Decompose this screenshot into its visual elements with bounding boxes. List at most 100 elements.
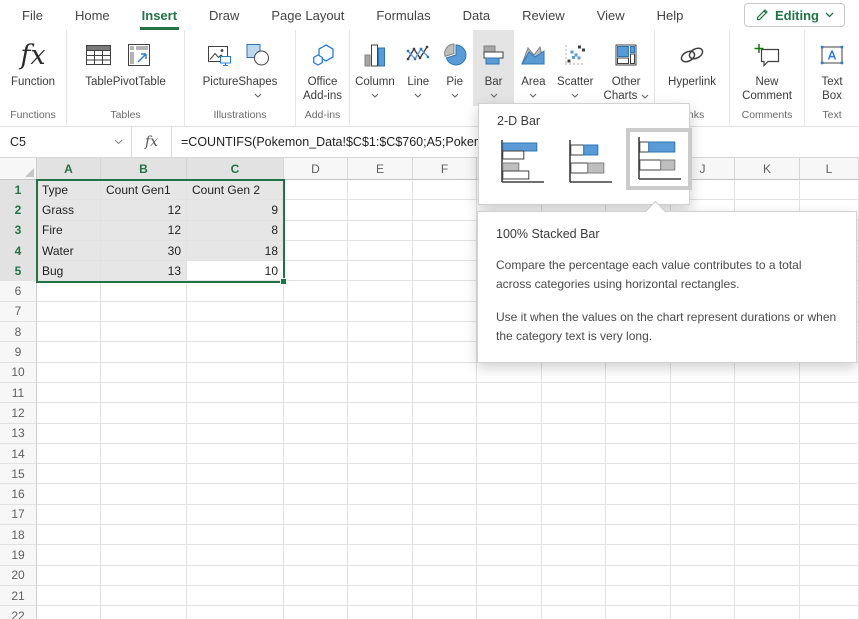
- row-header-2[interactable]: 2: [0, 200, 37, 220]
- cell-E1[interactable]: [348, 180, 413, 200]
- cell-A10[interactable]: [37, 363, 101, 383]
- cell-E2[interactable]: [348, 200, 413, 220]
- cell-F9[interactable]: [413, 342, 477, 362]
- cell-C11[interactable]: [187, 383, 284, 403]
- column-header-A[interactable]: A: [37, 158, 101, 180]
- cell-H11[interactable]: [542, 383, 606, 403]
- cell-H12[interactable]: [542, 403, 606, 423]
- row-header-5[interactable]: 5: [0, 261, 37, 281]
- picture-button[interactable]: Picture: [203, 30, 239, 106]
- cell-K14[interactable]: [735, 444, 800, 464]
- cell-D7[interactable]: [284, 302, 348, 322]
- cell-C1[interactable]: Count Gen 2: [187, 180, 284, 200]
- cell-A19[interactable]: [37, 545, 101, 565]
- cell-B18[interactable]: [101, 525, 187, 545]
- cell-F7[interactable]: [413, 302, 477, 322]
- cell-A16[interactable]: [37, 484, 101, 504]
- cell-B4[interactable]: 30: [101, 241, 187, 261]
- shapes-button[interactable]: Shapes: [238, 30, 277, 106]
- cell-H17[interactable]: [542, 505, 606, 525]
- menu-review[interactable]: Review: [506, 0, 581, 30]
- cell-G20[interactable]: [477, 566, 542, 586]
- menu-insert[interactable]: Insert: [126, 0, 193, 30]
- cell-K19[interactable]: [735, 545, 800, 565]
- bar-chart-button[interactable]: Bar: [473, 30, 515, 106]
- cell-K15[interactable]: [735, 464, 800, 484]
- cell-E6[interactable]: [348, 281, 413, 301]
- cell-A20[interactable]: [37, 566, 101, 586]
- cell-K20[interactable]: [735, 566, 800, 586]
- cell-E9[interactable]: [348, 342, 413, 362]
- cell-F20[interactable]: [413, 566, 477, 586]
- cell-A17[interactable]: [37, 505, 101, 525]
- cell-J14[interactable]: [671, 444, 735, 464]
- cell-F10[interactable]: [413, 363, 477, 383]
- cell-F3[interactable]: [413, 221, 477, 241]
- cell-G11[interactable]: [477, 383, 542, 403]
- pie-chart-button[interactable]: Pie: [437, 30, 473, 106]
- cell-B1[interactable]: Count Gen1: [101, 180, 187, 200]
- cell-L12[interactable]: [800, 403, 859, 423]
- cell-B15[interactable]: [101, 464, 187, 484]
- cell-D21[interactable]: [284, 586, 348, 606]
- pivottable-button[interactable]: PivotTable: [113, 30, 166, 106]
- cell-F17[interactable]: [413, 505, 477, 525]
- cell-I14[interactable]: [606, 444, 671, 464]
- cell-C15[interactable]: [187, 464, 284, 484]
- cell-C2[interactable]: 9: [187, 200, 284, 220]
- row-header-19[interactable]: 19: [0, 545, 37, 565]
- cell-D17[interactable]: [284, 505, 348, 525]
- cell-B12[interactable]: [101, 403, 187, 423]
- cell-C4[interactable]: 18: [187, 241, 284, 261]
- cell-E3[interactable]: [348, 221, 413, 241]
- cell-F21[interactable]: [413, 586, 477, 606]
- cell-G14[interactable]: [477, 444, 542, 464]
- cell-E7[interactable]: [348, 302, 413, 322]
- column-header-F[interactable]: F: [413, 158, 477, 180]
- cell-J19[interactable]: [671, 545, 735, 565]
- 100-stacked-bar-option[interactable]: [626, 128, 692, 190]
- cell-I16[interactable]: [606, 484, 671, 504]
- cell-C9[interactable]: [187, 342, 284, 362]
- row-header-11[interactable]: 11: [0, 383, 37, 403]
- cell-D6[interactable]: [284, 281, 348, 301]
- cell-J16[interactable]: [671, 484, 735, 504]
- cell-D8[interactable]: [284, 322, 348, 342]
- cell-J21[interactable]: [671, 586, 735, 606]
- cell-E11[interactable]: [348, 383, 413, 403]
- cell-L19[interactable]: [800, 545, 859, 565]
- column-chart-button[interactable]: Column: [350, 30, 400, 106]
- name-box[interactable]: C5: [0, 127, 132, 157]
- cell-G21[interactable]: [477, 586, 542, 606]
- cell-A4[interactable]: Water: [37, 241, 101, 261]
- cell-A22[interactable]: [37, 606, 101, 619]
- cell-L15[interactable]: [800, 464, 859, 484]
- cell-J11[interactable]: [671, 383, 735, 403]
- cell-C12[interactable]: [187, 403, 284, 423]
- cell-I11[interactable]: [606, 383, 671, 403]
- office-addins-button[interactable]: Office Add-ins: [299, 30, 347, 106]
- cell-J15[interactable]: [671, 464, 735, 484]
- cell-C8[interactable]: [187, 322, 284, 342]
- cell-C13[interactable]: [187, 424, 284, 444]
- cell-I17[interactable]: [606, 505, 671, 525]
- cell-D19[interactable]: [284, 545, 348, 565]
- cell-E21[interactable]: [348, 586, 413, 606]
- cell-K10[interactable]: [735, 363, 800, 383]
- cell-G19[interactable]: [477, 545, 542, 565]
- cell-E8[interactable]: [348, 322, 413, 342]
- cell-L10[interactable]: [800, 363, 859, 383]
- stacked-bar-option[interactable]: [562, 136, 618, 188]
- cell-H14[interactable]: [542, 444, 606, 464]
- cell-I12[interactable]: [606, 403, 671, 423]
- cell-E13[interactable]: [348, 424, 413, 444]
- cell-C20[interactable]: [187, 566, 284, 586]
- cell-C7[interactable]: [187, 302, 284, 322]
- cell-A2[interactable]: Grass: [37, 200, 101, 220]
- cell-G12[interactable]: [477, 403, 542, 423]
- cell-D11[interactable]: [284, 383, 348, 403]
- cell-E15[interactable]: [348, 464, 413, 484]
- cell-B21[interactable]: [101, 586, 187, 606]
- cell-L18[interactable]: [800, 525, 859, 545]
- menu-help[interactable]: Help: [641, 0, 700, 30]
